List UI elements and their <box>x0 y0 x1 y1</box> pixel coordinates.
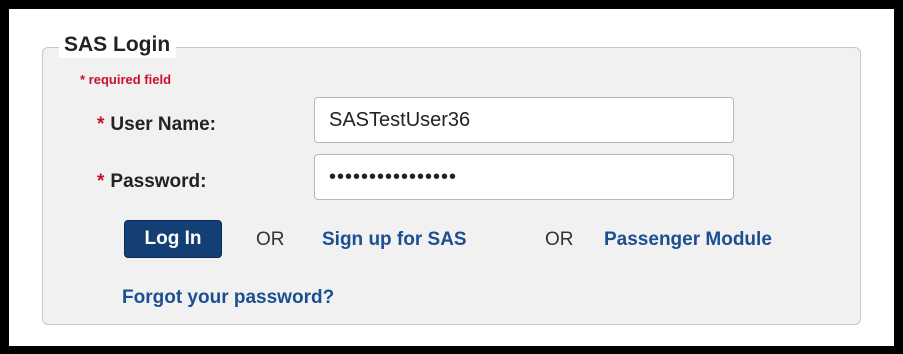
username-label-text: User Name: <box>110 114 217 135</box>
password-input[interactable] <box>314 154 734 200</box>
username-label: * User Name: <box>97 114 216 136</box>
password-label-text: Password: <box>110 171 207 192</box>
or-separator: OR <box>256 229 285 250</box>
required-star: * <box>97 171 105 192</box>
passenger-module-link[interactable]: Passenger Module <box>604 229 772 251</box>
login-button[interactable]: Log In <box>124 220 222 258</box>
required-field-note: * required field <box>80 72 172 87</box>
username-input[interactable] <box>314 97 734 143</box>
forgot-password-link[interactable]: Forgot your password? <box>122 287 334 309</box>
password-label: * Password: <box>97 171 207 193</box>
required-star: * <box>97 114 105 135</box>
or-separator: OR <box>545 229 574 250</box>
panel-title: SAS Login <box>59 32 177 58</box>
signup-link[interactable]: Sign up for SAS <box>322 229 467 251</box>
